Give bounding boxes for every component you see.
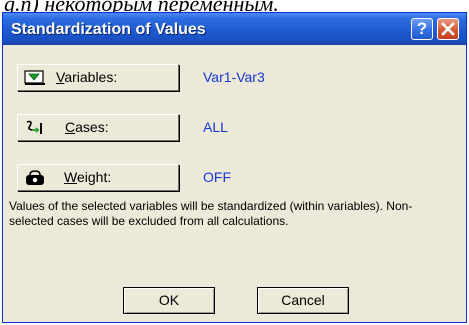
variables-value: Var1-Var3 xyxy=(203,69,265,85)
weight-value: OFF xyxy=(203,169,231,185)
dialog-title: Standardization of Values xyxy=(11,21,206,38)
variables-label: Variables: xyxy=(56,69,118,85)
help-button[interactable]: ? xyxy=(411,18,433,40)
cases-button[interactable]: Cases: xyxy=(17,114,179,141)
weight-button[interactable]: Weight: xyxy=(17,164,179,191)
close-button[interactable] xyxy=(437,18,459,40)
weight-label: Weight: xyxy=(64,169,112,185)
cases-icon xyxy=(26,120,42,134)
variables-button[interactable]: Variables: xyxy=(17,64,179,91)
description-text: Values of the selected variables will be… xyxy=(9,199,413,228)
weight-icon xyxy=(26,170,44,185)
variables-icon xyxy=(24,70,45,85)
title-bar[interactable]: Standardization of Values ? xyxy=(3,13,466,45)
help-icon: ? xyxy=(416,19,428,38)
standardization-dialog: Standardization of Values ? Variables: V… xyxy=(2,12,467,323)
cases-value: ALL xyxy=(203,119,228,135)
close-icon xyxy=(441,22,455,36)
cancel-button[interactable]: Cancel xyxy=(257,287,349,314)
ok-button[interactable]: OK xyxy=(123,287,215,314)
cases-label: Cases: xyxy=(65,119,109,135)
